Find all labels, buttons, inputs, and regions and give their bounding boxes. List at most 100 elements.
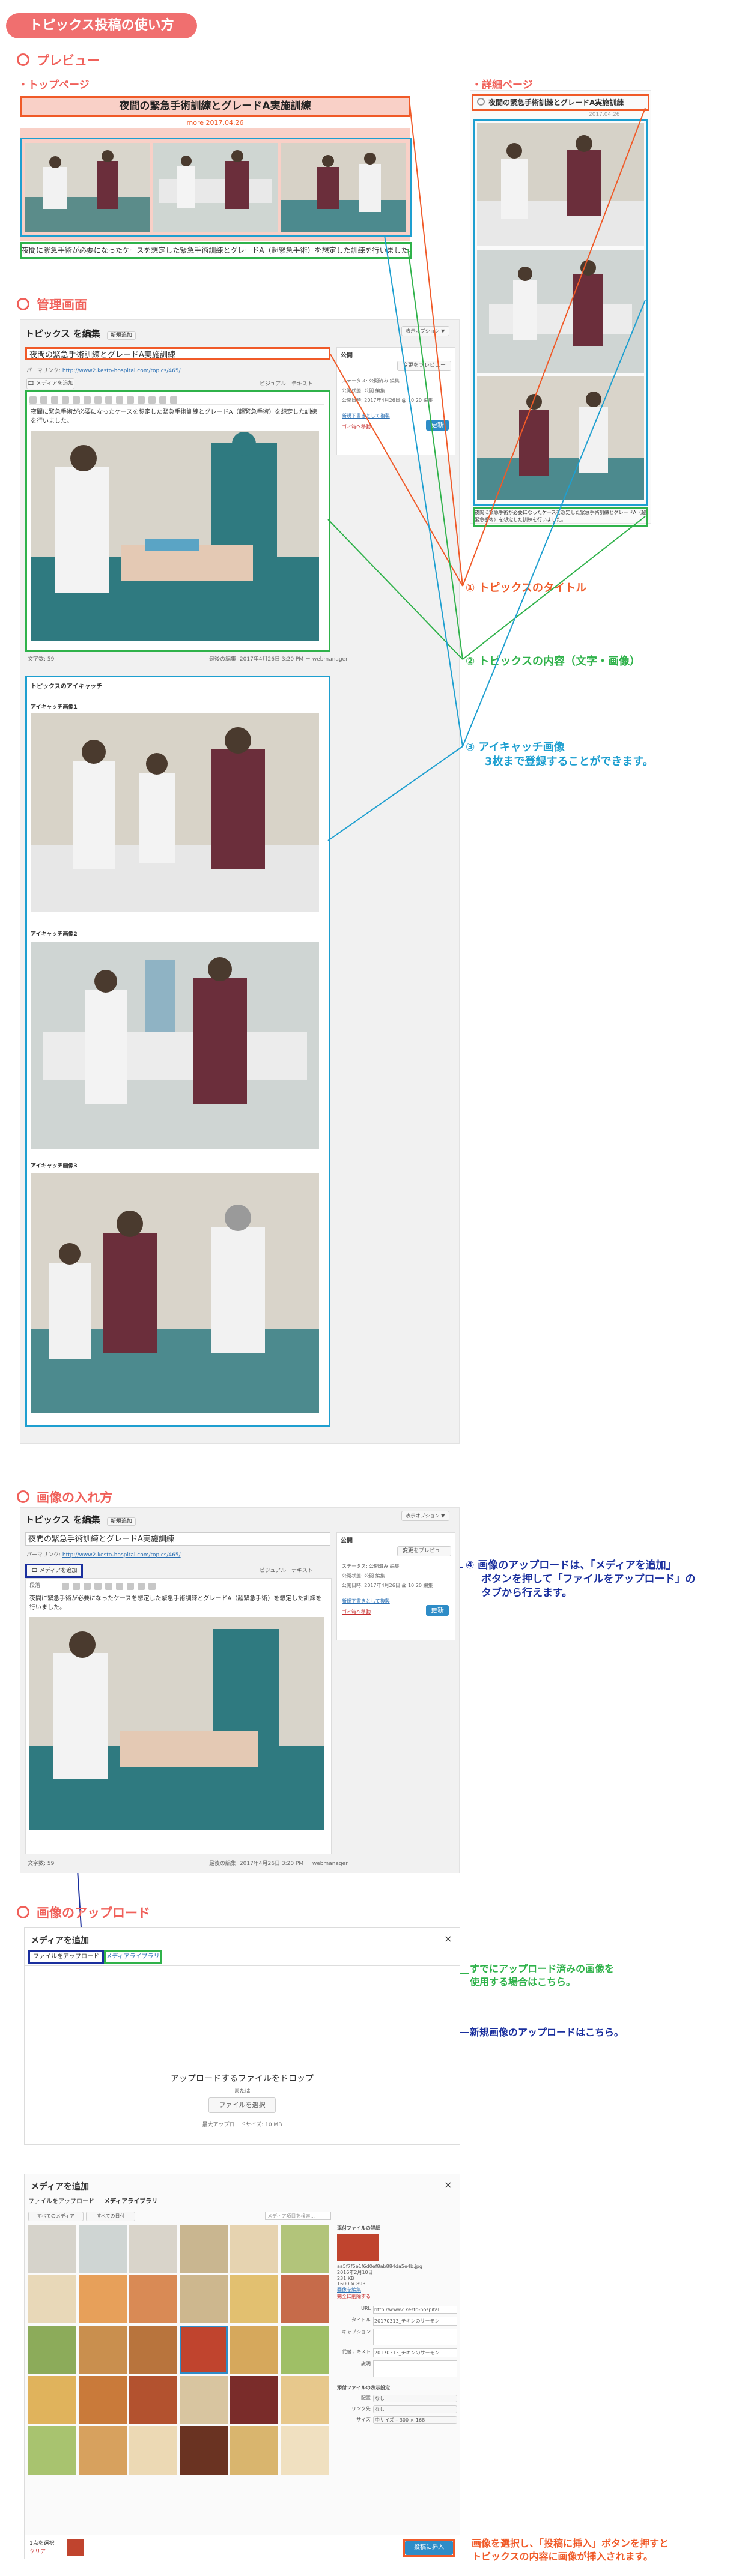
tab-file-upload-2[interactable]: ファイルをアップロード xyxy=(28,2196,94,2205)
media-thumb[interactable] xyxy=(180,2426,228,2475)
clear-selection-link[interactable]: クリア xyxy=(29,2547,46,2555)
media-thumb[interactable] xyxy=(230,2376,278,2424)
caption-field[interactable] xyxy=(373,2329,457,2345)
alt-text-field[interactable]: 20170313_チキンのサーモン xyxy=(373,2348,457,2357)
annotation-add-media: ④ 画像のアップロードは、「メディアを追加」 ボタンを押して「ファイルをアップロ… xyxy=(466,1559,696,1599)
ol-icon[interactable] xyxy=(105,1583,112,1590)
media-grid[interactable] xyxy=(28,2225,332,2525)
title-field[interactable]: 20170313_チキンのサーモン xyxy=(373,2317,457,2326)
media-thumb[interactable] xyxy=(230,2326,278,2374)
editor-heading-2: トピックス を編集 新規追加 xyxy=(25,1513,136,1526)
drop-zone-text: アップロードするファイルをドロップ xyxy=(171,2074,314,2084)
media-thumb[interactable] xyxy=(28,2326,76,2374)
link-select[interactable]: なし xyxy=(373,2405,457,2413)
insert-button-frame: 投稿に挿入 xyxy=(403,2539,455,2557)
media-thumb[interactable] xyxy=(129,2376,177,2424)
edit-image-link[interactable]: 画像を編集 xyxy=(337,2287,457,2293)
strike-icon[interactable] xyxy=(84,1583,91,1590)
attachment-details-title: 添付ファイルの詳細 xyxy=(337,2225,380,2231)
annotation-library: すでにアップロード済みの画像を 使用する場合はこちら。 xyxy=(470,1963,615,1988)
tab-media-library-2[interactable]: メディアライブラリ xyxy=(104,2196,157,2205)
add-media-button-highlighted[interactable]: 🎞 メディアを追加 xyxy=(25,1564,83,1578)
media-thumb[interactable] xyxy=(129,2326,177,2374)
filter-dates-select[interactable]: すべての日付 xyxy=(86,2212,135,2221)
tab-text-2[interactable]: テキスト xyxy=(291,1566,313,1574)
media-thumb[interactable] xyxy=(79,2225,127,2273)
media-thumb[interactable] xyxy=(79,2275,127,2323)
media-grid-items[interactable] xyxy=(28,2225,332,2475)
publish-box-2: 公開 変更をプレビュー ステータス: 公開済み 編集 公開状態: 公開 編集 公… xyxy=(336,1532,455,1640)
more-icon[interactable] xyxy=(148,1583,156,1590)
editor-body-text-2[interactable]: 夜間に緊急手術が必要になったケースを想定した緊急手術訓練とグレードA（超緊急手術… xyxy=(29,1594,323,1612)
italic-icon[interactable] xyxy=(73,1583,80,1590)
select-files-button[interactable]: ファイルを選択 xyxy=(208,2097,276,2113)
word-count-2: 文字数: 59 xyxy=(28,1861,55,1867)
media-thumb[interactable] xyxy=(28,2376,76,2424)
media-thumb[interactable] xyxy=(28,2426,76,2475)
size-select[interactable]: 中サイズ – 300 × 168 xyxy=(373,2416,457,2424)
media-thumb-selected[interactable] xyxy=(180,2326,228,2374)
media-thumb[interactable] xyxy=(28,2275,76,2323)
update-button-2[interactable]: 更新 xyxy=(426,1605,449,1616)
description-field[interactable] xyxy=(373,2360,457,2377)
content-editor-2[interactable]: 段落 夜間に緊急手術が必要になったケースを想定した緊急手術訓練とグレードA（超緊… xyxy=(25,1578,332,1854)
editor-toolbar-2[interactable] xyxy=(62,1581,320,1590)
media-thumb[interactable] xyxy=(28,2225,76,2273)
attachment-date: 2016年2月10日 xyxy=(337,2270,373,2275)
insert-into-post-button[interactable]: 投稿に挿入 xyxy=(405,2541,453,2555)
tab-media-library[interactable]: メディアライブラリ xyxy=(104,1950,162,1964)
paragraph-select[interactable]: 段落 xyxy=(29,1581,40,1589)
quote-icon[interactable] xyxy=(116,1583,123,1590)
media-thumb[interactable] xyxy=(281,2275,329,2323)
last-edited-2: 最後の編集: 2017年4月26日 3:20 PM － webmanager xyxy=(209,1861,348,1867)
post-title-input-2[interactable]: 夜間の緊急手術訓練とグレードA実施訓練 xyxy=(25,1532,330,1546)
close-icon-2[interactable]: × xyxy=(444,2179,452,2191)
media-thumb[interactable] xyxy=(281,2376,329,2424)
attachment-preview xyxy=(337,2234,379,2261)
filter-media-select[interactable]: すべてのメディア xyxy=(28,2212,84,2221)
media-thumb[interactable] xyxy=(129,2225,177,2273)
media-thumb[interactable] xyxy=(180,2275,228,2323)
media-thumb[interactable] xyxy=(79,2426,127,2475)
hr-icon[interactable] xyxy=(127,1583,134,1590)
delete-permanently-link[interactable]: 完全に削除する xyxy=(337,2293,457,2300)
library-footer: 1点を選択 クリア 投稿に挿入 xyxy=(25,2535,460,2559)
section-image-insert: 画像の入れ方 xyxy=(17,1488,112,1506)
section-image-upload: 画像のアップロード xyxy=(17,1903,150,1921)
display-options-button-2[interactable]: 表示オプション ▼ xyxy=(401,1511,449,1521)
media-thumb[interactable] xyxy=(129,2426,177,2475)
selected-count: 1点を選択 xyxy=(29,2541,55,2547)
bold-icon[interactable] xyxy=(62,1583,69,1590)
tab-visual-2[interactable]: ビジュアル xyxy=(260,1566,286,1574)
media-icon: 🎞 xyxy=(31,1568,40,1574)
attachment-dims: 1600 × 893 xyxy=(337,2281,366,2287)
align-select[interactable]: なし xyxy=(373,2395,457,2402)
ul-icon[interactable] xyxy=(94,1583,102,1590)
media-thumb[interactable] xyxy=(79,2376,127,2424)
media-thumb[interactable] xyxy=(230,2225,278,2273)
ring-bullet-icon xyxy=(17,1906,29,1918)
media-thumb[interactable] xyxy=(230,2426,278,2475)
permalink-2: パーマリンク: http://www2.kesto-hospital.com/t… xyxy=(26,1552,181,1558)
media-thumb[interactable] xyxy=(180,2376,228,2424)
attachment-size: 231 KB xyxy=(337,2276,354,2281)
media-thumb[interactable] xyxy=(281,2225,329,2273)
url-field[interactable]: http://www2.kesto-hospital xyxy=(373,2306,457,2314)
ring-bullet-icon xyxy=(17,1490,29,1503)
editor-body-image-2[interactable] xyxy=(29,1617,324,1830)
media-search-input[interactable]: メディア項目を検索... xyxy=(265,2212,331,2220)
media-thumb[interactable] xyxy=(79,2326,127,2374)
drop-zone-or: または xyxy=(234,2088,251,2094)
media-thumb[interactable] xyxy=(129,2275,177,2323)
display-settings-title: 添付ファイルの表示設定 xyxy=(337,2385,390,2390)
preview-changes-button-2[interactable]: 変更をプレビュー xyxy=(397,1546,451,1556)
media-thumb[interactable] xyxy=(180,2225,228,2273)
media-thumb[interactable] xyxy=(230,2275,278,2323)
tab-file-upload[interactable]: ファイルをアップロード xyxy=(28,1950,104,1964)
add-new-button-2[interactable]: 新規追加 xyxy=(107,1517,136,1526)
media-thumb[interactable] xyxy=(281,2426,329,2475)
media-thumb[interactable] xyxy=(281,2326,329,2374)
link-icon[interactable] xyxy=(138,1583,145,1590)
close-icon[interactable]: × xyxy=(444,1933,452,1944)
annotation-new-upload: 新規画像のアップロードはこちら。 xyxy=(470,2027,624,2038)
